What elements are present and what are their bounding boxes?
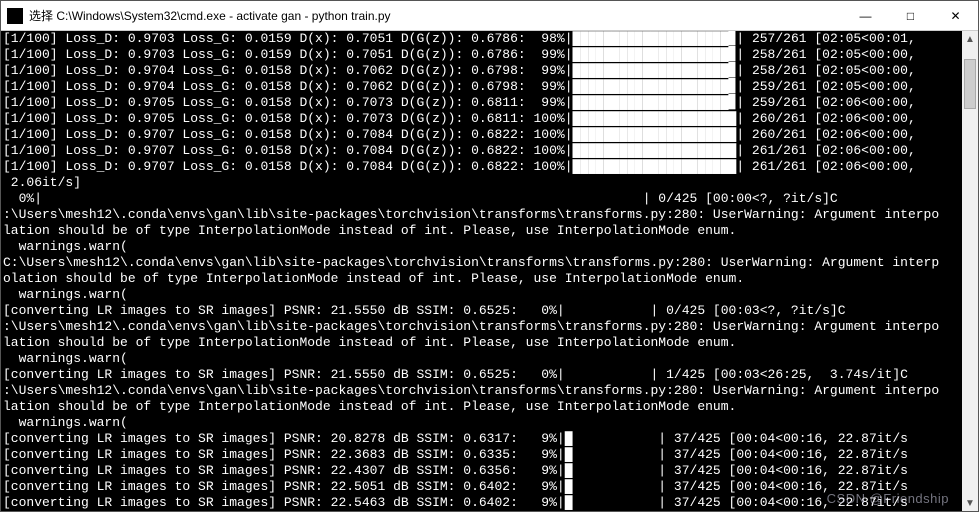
terminal-area: [1/100] Loss_D: 0.9703 Loss_G: 0.0159 D(… — [1, 31, 978, 511]
window-title: 选择 C:\Windows\System32\cmd.exe - activat… — [29, 7, 843, 24]
titlebar[interactable]: 选择 C:\Windows\System32\cmd.exe - activat… — [1, 1, 978, 31]
window-controls: — □ ✕ — [843, 1, 978, 30]
cmd-window: 选择 C:\Windows\System32\cmd.exe - activat… — [0, 0, 979, 512]
cmd-icon — [7, 8, 23, 24]
vertical-scrollbar[interactable]: ▲ ▼ — [962, 31, 978, 511]
window-title-text: C:\Windows\System32\cmd.exe - activate g… — [56, 9, 390, 23]
window-title-prefix: 选择 — [29, 9, 53, 23]
close-button[interactable]: ✕ — [933, 1, 978, 30]
maximize-button[interactable]: □ — [888, 1, 933, 30]
scroll-up-arrow-icon[interactable]: ▲ — [962, 31, 978, 47]
scrollbar-track[interactable] — [962, 47, 978, 495]
terminal-output[interactable]: [1/100] Loss_D: 0.9703 Loss_G: 0.0159 D(… — [1, 31, 962, 511]
scroll-down-arrow-icon[interactable]: ▼ — [962, 495, 978, 511]
minimize-button[interactable]: — — [843, 1, 888, 30]
scrollbar-thumb[interactable] — [964, 59, 976, 109]
